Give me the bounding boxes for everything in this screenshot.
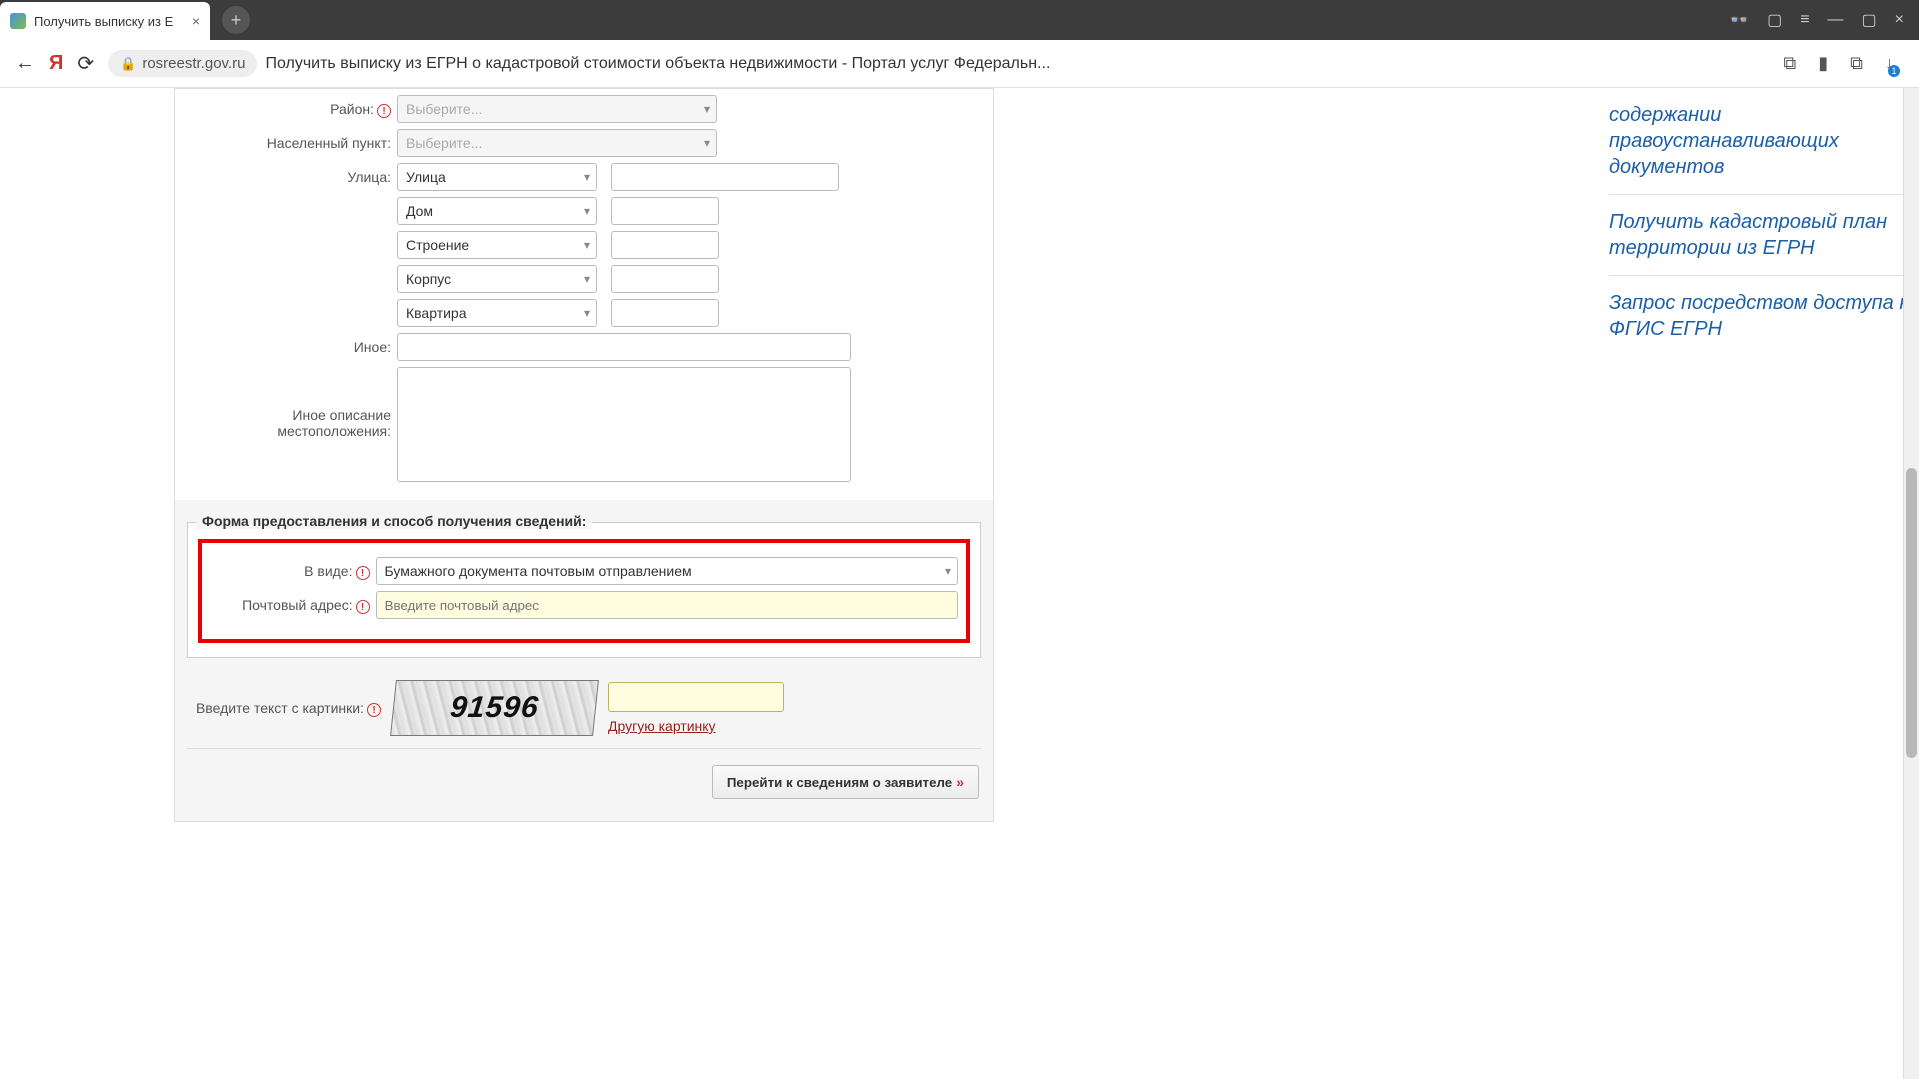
favicon-icon: [10, 13, 26, 29]
korpus-type-select[interactable]: Корпус: [397, 265, 597, 293]
url-page-title: Получить выписку из ЕГРН о кадастровой с…: [265, 55, 1050, 73]
next-button[interactable]: Перейти к сведениям о заявителе»: [712, 765, 979, 799]
reader-icon[interactable]: 👓: [1729, 10, 1749, 30]
address-bar: ← Я ⟳ 🔒 rosreestr.gov.ru Получить выписк…: [0, 40, 1919, 88]
settlement-label: Населенный пункт:: [187, 135, 397, 151]
extensions-icon[interactable]: ⧉: [1850, 53, 1863, 74]
delivery-fieldset: Форма предоставления и способ получения …: [187, 522, 981, 658]
postaddr-input[interactable]: [376, 591, 958, 619]
lock-icon: 🔒: [120, 56, 136, 72]
reload-button[interactable]: ⟳: [77, 51, 94, 76]
captcha-image: 91596: [390, 680, 599, 736]
new-tab-button[interactable]: +: [222, 6, 250, 34]
house-input[interactable]: [611, 197, 719, 225]
street-input[interactable]: [611, 163, 839, 191]
captcha-refresh-link[interactable]: Другую картинку: [608, 718, 784, 734]
flat-type-select[interactable]: Квартира: [397, 299, 597, 327]
postaddr-label: Почтовый адрес:!: [210, 597, 376, 614]
rayon-label: Район:!: [187, 101, 397, 118]
page-content: Район:! Выберите... Населенный пункт: Вы…: [0, 88, 1919, 1079]
close-tab-icon[interactable]: ×: [192, 13, 200, 29]
menu-icon[interactable]: ≡: [1800, 11, 1809, 29]
yandex-icon[interactable]: Я: [49, 52, 63, 75]
bookmark-folder-icon[interactable]: ▢: [1767, 10, 1782, 30]
house-type-select[interactable]: Дом: [397, 197, 597, 225]
other-input[interactable]: [397, 333, 851, 361]
url-domain: 🔒 rosreestr.gov.ru: [108, 50, 257, 77]
maximize-icon[interactable]: ▢: [1862, 10, 1877, 30]
tab-title: Получить выписку из Е: [34, 14, 184, 29]
captcha-label: Введите текст с картинки:!: [187, 700, 387, 717]
other-label: Иное:: [187, 339, 397, 355]
captcha-input[interactable]: [608, 682, 784, 712]
flat-input[interactable]: [611, 299, 719, 327]
vertical-scrollbar[interactable]: [1903, 88, 1919, 1079]
translate-icon[interactable]: ⧉: [1783, 53, 1796, 74]
rayon-select[interactable]: Выберите...: [397, 95, 717, 123]
otherdesc-textarea[interactable]: [397, 367, 851, 482]
sidebar-link-cadastral-plan[interactable]: Получить кадастровый план территории из …: [1609, 195, 1919, 276]
browser-tab[interactable]: Получить выписку из Е ×: [0, 2, 210, 40]
format-label: В виде:!: [210, 563, 376, 580]
street-label: Улица:: [187, 169, 397, 185]
building-input[interactable]: [611, 231, 719, 259]
settlement-select[interactable]: Выберите...: [397, 129, 717, 157]
street-type-select[interactable]: Улица: [397, 163, 597, 191]
korpus-input[interactable]: [611, 265, 719, 293]
sidebar-link-fgis[interactable]: Запрос посредством доступа к ФГИС ЕГРН: [1609, 276, 1919, 356]
domain-text: rosreestr.gov.ru: [142, 55, 245, 72]
otherdesc-label: Иное описаниеместоположения:: [187, 367, 397, 439]
back-button[interactable]: ←: [15, 52, 35, 75]
building-type-select[interactable]: Строение: [397, 231, 597, 259]
highlight-annotation: В виде:! Бумажного документа почтовым от…: [198, 539, 970, 643]
downloads-icon[interactable]: ↓: [1885, 53, 1894, 74]
divider: [187, 748, 981, 749]
sidebar-links: содержании правоустанавливающих документ…: [1609, 88, 1919, 1079]
scrollbar-thumb[interactable]: [1906, 468, 1917, 758]
sidebar-link-documents[interactable]: содержании правоустанавливающих документ…: [1609, 88, 1919, 195]
minimize-icon[interactable]: —: [1828, 11, 1844, 29]
bookmark-icon[interactable]: ▮: [1818, 53, 1828, 74]
close-window-icon[interactable]: ×: [1895, 11, 1904, 29]
url-box[interactable]: 🔒 rosreestr.gov.ru Получить выписку из Е…: [108, 50, 1769, 77]
browser-tabs-bar: Получить выписку из Е × + 👓 ▢ ≡ — ▢ ×: [0, 0, 1919, 40]
delivery-legend: Форма предоставления и способ получения …: [196, 513, 592, 529]
format-select[interactable]: Бумажного документа почтовым отправление…: [376, 557, 959, 585]
form-panel: Район:! Выберите... Населенный пункт: Вы…: [174, 88, 994, 822]
